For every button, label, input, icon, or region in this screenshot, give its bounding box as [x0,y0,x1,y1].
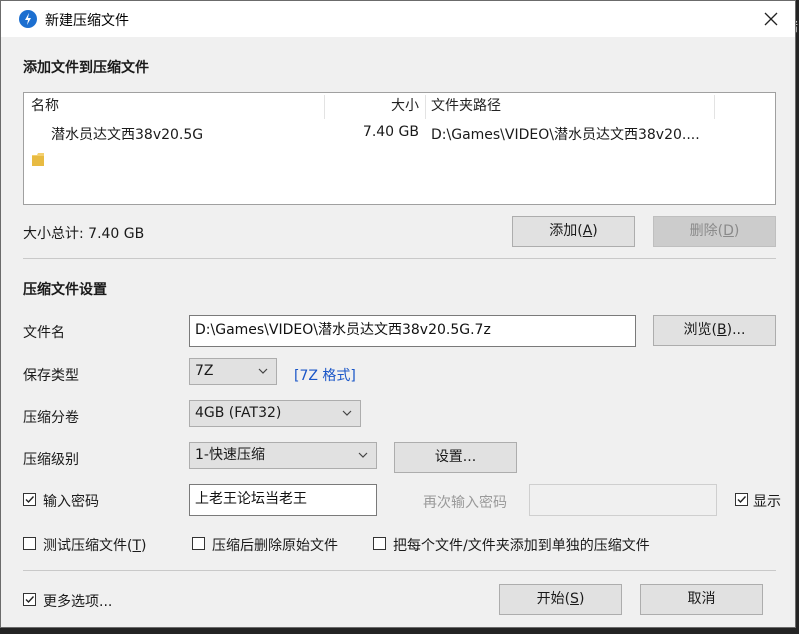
compression-level-label: 压缩级别 [23,452,79,468]
column-separator[interactable] [714,95,715,119]
file-path-cell: D:\Games\VIDEO\潜水员达文西38v20.... [431,127,700,143]
password-checkbox-label[interactable]: 输入密码 [43,491,99,511]
filename-label: 文件名 [23,325,65,341]
split-volume-label: 压缩分卷 [23,410,79,426]
checkmark-icon [25,496,35,504]
repeat-password-label: 再次输入密码 [423,495,507,511]
delete-source-label[interactable]: 压缩后删除原始文件 [212,535,338,555]
level-settings-button[interactable]: 设置... [394,442,517,473]
close-button[interactable] [751,1,791,37]
divider [23,258,776,259]
settings-section-heading: 压缩文件设置 [23,282,107,298]
new-archive-dialog: 新建压缩文件 添加文件到压缩文件 名称 大小 文件夹路径 潜水员达文西38v20… [0,0,796,628]
table-row[interactable]: 潜水员达文西38v20.5G 7.40 GB D:\Games\VIDEO\潜水… [24,120,775,166]
folder-icon [32,153,44,166]
more-options-checkbox[interactable] [23,593,36,606]
test-archive-label[interactable]: 测试压缩文件(T) [43,535,147,555]
password-input[interactable]: 上老王论坛当老王 [189,484,377,516]
checkmark-icon [737,496,747,504]
title-bar: 新建压缩文件 [1,1,795,37]
separate-archives-checkbox[interactable] [373,537,386,550]
repeat-password-input[interactable] [529,484,717,516]
checkmark-icon [25,596,35,604]
split-volume-select[interactable]: 4GB (FAT32) [189,400,361,427]
column-separator[interactable] [425,95,426,119]
file-list[interactable]: 名称 大小 文件夹路径 潜水员达文西38v20.5G 7.40 GB D:\Ga… [23,92,776,205]
password-checkbox[interactable] [23,493,36,506]
split-volume-value: 4GB (FAT32) [195,405,282,421]
test-archive-checkbox[interactable] [23,537,36,550]
column-header-name[interactable]: 名称 [31,93,59,119]
archive-type-select[interactable]: 7Z [189,358,277,385]
format-link[interactable]: [7Z 格式] [294,365,356,385]
cancel-button[interactable]: 取消 [640,584,763,615]
close-icon [764,12,778,26]
browse-button[interactable]: 浏览(B)... [653,315,776,346]
column-header-size[interactable]: 大小 [384,93,419,119]
files-section-heading: 添加文件到压缩文件 [23,60,149,76]
start-button[interactable]: 开始(S) [499,584,622,615]
add-button[interactable]: 添加(A) [512,216,635,247]
archive-type-value: 7Z [195,363,214,379]
delete-button[interactable]: 删除(D) [653,216,776,247]
compression-level-value: 1-快速压缩 [195,447,265,463]
filename-input[interactable]: D:\Games\VIDEO\潜水员达文西38v20.5G.7z [189,315,636,347]
chevron-down-icon [258,368,268,374]
divider [23,570,776,571]
show-password-label[interactable]: 显示 [753,491,781,511]
chevron-down-icon [342,410,352,416]
column-header-path[interactable]: 文件夹路径 [431,93,501,119]
column-separator[interactable] [324,95,325,119]
file-name-cell: 潜水员达文西38v20.5G [51,127,204,143]
more-options-label[interactable]: 更多选项... [43,591,112,611]
show-password-checkbox[interactable] [735,493,748,506]
app-logo-icon [19,10,37,28]
file-size-cell: 7.40 GB [362,124,419,140]
delete-source-checkbox[interactable] [192,537,205,550]
separate-archives-label[interactable]: 把每个文件/文件夹添加到单独的压缩文件 [393,535,650,555]
total-size-label: 大小总计: 7.40 GB [23,226,145,242]
compression-level-select[interactable]: 1-快速压缩 [189,442,377,469]
chevron-down-icon [358,452,368,458]
archive-type-label: 保存类型 [23,368,79,384]
window-title: 新建压缩文件 [45,13,129,29]
